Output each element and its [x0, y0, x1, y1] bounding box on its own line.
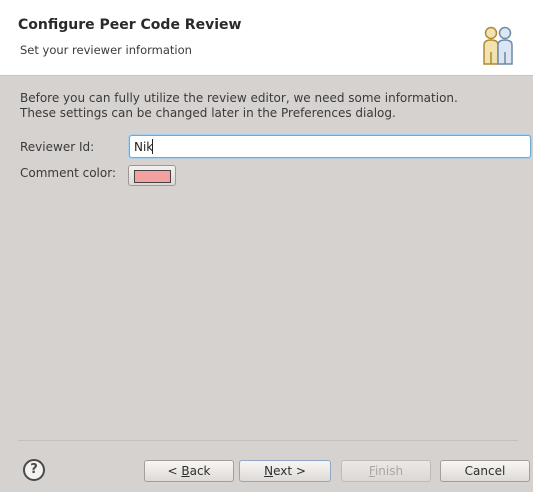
comment-color-label: Comment color:: [20, 166, 116, 180]
description-line-2: These settings can be changed later in t…: [20, 106, 396, 120]
reviewer-id-label: Reviewer Id:: [20, 140, 95, 154]
comment-color-button[interactable]: [128, 165, 176, 186]
cancel-button[interactable]: Cancel: [440, 460, 530, 482]
dialog-subtitle: Set your reviewer information: [20, 43, 192, 57]
footer-separator: [18, 440, 518, 441]
next-mnemonic: N: [264, 464, 274, 478]
description-line-1: Before you can fully utilize the review …: [20, 91, 458, 105]
reviewer-id-input[interactable]: [129, 135, 531, 158]
wizard-header: Configure Peer Code Review Set your revi…: [0, 0, 533, 76]
description-text: Before you can fully utilize the review …: [20, 91, 520, 121]
next-rest: ext >: [273, 464, 306, 478]
finish-rest: inish: [374, 464, 404, 478]
back-mnemonic: B: [181, 464, 190, 478]
help-icon: ?: [30, 462, 38, 477]
back-prefix: <: [167, 464, 182, 478]
finish-button[interactable]: Finish: [341, 460, 431, 482]
back-rest: ack: [189, 464, 211, 478]
back-button[interactable]: < Back: [144, 460, 234, 482]
help-button[interactable]: ?: [23, 459, 45, 481]
people-icon: [483, 26, 513, 65]
dialog-title: Configure Peer Code Review: [18, 17, 242, 33]
next-button[interactable]: Next >: [239, 460, 331, 482]
text-caret: [152, 139, 153, 154]
comment-color-swatch: [134, 170, 171, 183]
